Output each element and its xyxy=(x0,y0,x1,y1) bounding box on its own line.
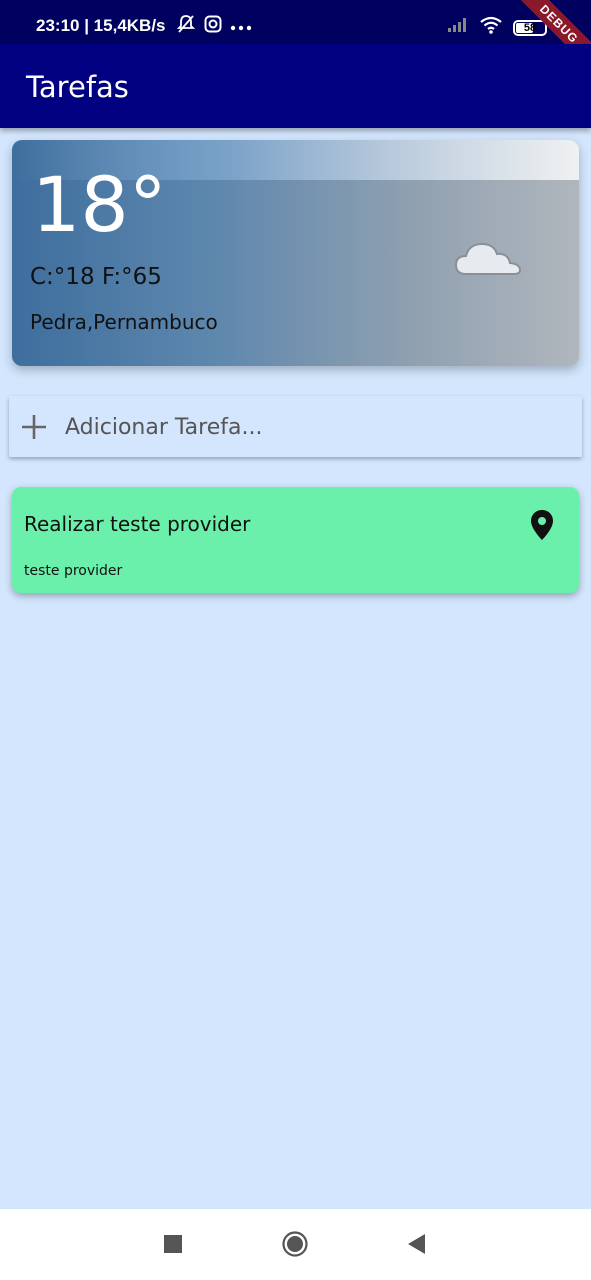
status-bar: 23:10 | 15,4KB/s 58 DEBUG xyxy=(0,0,591,74)
app-bar: Tarefas xyxy=(0,44,591,128)
task-card[interactable]: Realizar teste provider teste provider xyxy=(12,487,579,593)
app-title: Tarefas xyxy=(26,70,129,104)
wifi-icon xyxy=(479,16,503,39)
weather-card: 18° C:°18 F:°65 Pedra,Pernambuco xyxy=(12,140,579,366)
signal-icon xyxy=(447,17,469,38)
back-triangle-icon[interactable] xyxy=(404,1231,430,1257)
weather-celsius-fahrenheit: C:°18 F:°65 xyxy=(30,264,162,290)
plus-icon[interactable] xyxy=(21,414,47,440)
weather-location: Pedra,Pernambuco xyxy=(30,310,218,334)
task-description: teste provider xyxy=(24,563,123,579)
add-task-field[interactable]: Adicionar Tarefa... xyxy=(9,396,582,457)
location-pin-icon[interactable] xyxy=(530,509,554,541)
weather-temperature: 18° xyxy=(32,160,167,249)
notifications-off-icon xyxy=(176,14,196,39)
more-dots-icon xyxy=(230,17,252,37)
status-time: 23:10 | 15,4KB/s xyxy=(36,16,166,35)
nav-bar xyxy=(0,1209,591,1280)
battery-level: 58 xyxy=(523,21,537,34)
add-task-placeholder: Adicionar Tarefa... xyxy=(65,415,263,440)
home-circle-icon[interactable] xyxy=(282,1231,308,1257)
status-icons-left xyxy=(176,14,252,39)
task-title: Realizar teste provider xyxy=(24,512,251,536)
status-icons-right: 58 xyxy=(447,16,547,39)
instagram-icon xyxy=(204,15,222,38)
night-cloudy-icon xyxy=(444,224,526,280)
recents-square-icon[interactable] xyxy=(160,1231,186,1257)
